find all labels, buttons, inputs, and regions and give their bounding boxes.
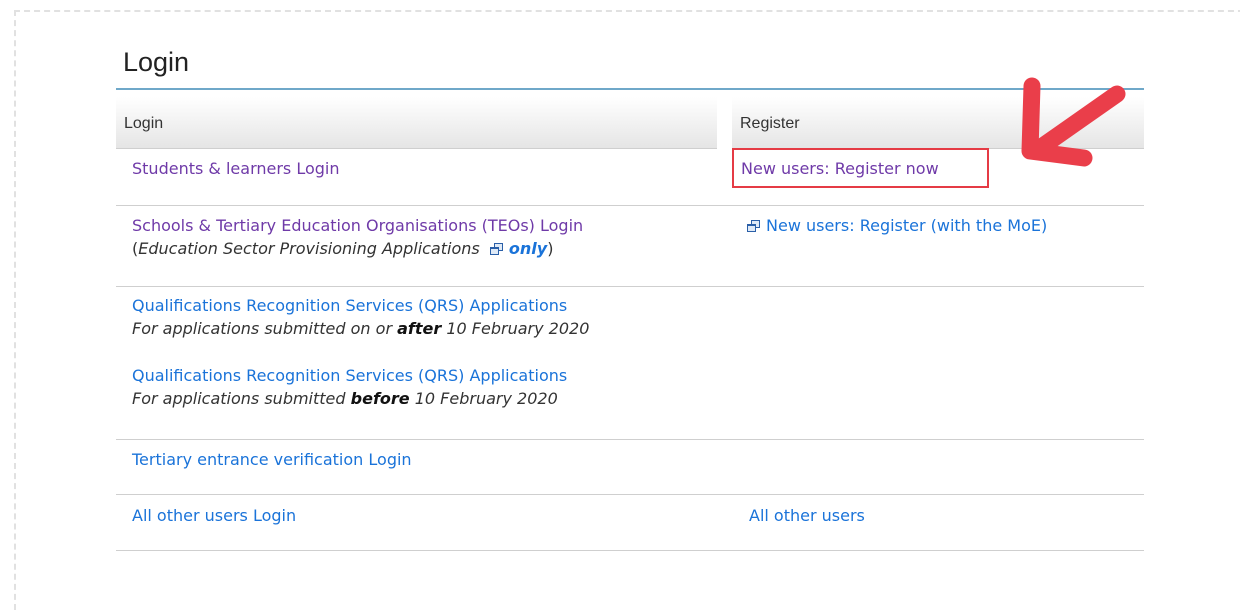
- other-users-register-link[interactable]: All other users: [749, 506, 865, 525]
- tertiary-verification-link[interactable]: Tertiary entrance verification Login: [132, 450, 412, 469]
- row-separator: [116, 439, 1144, 440]
- schools-login-link[interactable]: Schools & Tertiary Education Organisatio…: [132, 216, 583, 235]
- moe-register-link[interactable]: New users: Register (with the MoE): [766, 216, 1047, 235]
- new-window-icon: [747, 220, 760, 232]
- row-separator: [116, 494, 1144, 495]
- qrs-before-note-bold: before: [350, 389, 410, 408]
- column-header-register-label: Register: [740, 115, 800, 132]
- qrs-after-note-bold: after: [397, 319, 442, 338]
- schools-note-close: ): [547, 239, 554, 258]
- other-users-login-link[interactable]: All other users Login: [132, 506, 296, 525]
- schools-note-text: Education Sector Provisioning Applicatio…: [138, 239, 480, 258]
- qrs-before-note: For applications submitted before 10 Feb…: [132, 389, 558, 408]
- column-header-login-label: Login: [124, 115, 164, 132]
- qrs-before-link[interactable]: Qualifications Recognition Services (QRS…: [132, 366, 567, 385]
- qrs-after-note: For applications submitted on or after 1…: [132, 319, 589, 338]
- page-title: Login: [123, 47, 190, 77]
- qrs-after-note-post: 10 February 2020: [441, 319, 590, 338]
- new-window-icon: [489, 243, 503, 255]
- row-separator: [116, 286, 1144, 287]
- highlight-box: [732, 148, 989, 188]
- qrs-after-note-pre: For applications submitted on or: [132, 319, 398, 338]
- row-separator: [116, 550, 1144, 551]
- row-separator: [116, 205, 1144, 206]
- title-divider: [116, 88, 1144, 90]
- students-login-link[interactable]: Students & learners Login: [132, 159, 340, 178]
- only-link[interactable]: only: [509, 239, 547, 258]
- qrs-before-note-pre: For applications submitted: [132, 389, 351, 408]
- schools-note: (Education Sector Provisioning Applicati…: [132, 239, 553, 258]
- qrs-before-note-post: 10 February 2020: [409, 389, 558, 408]
- column-header-login: Login: [116, 97, 717, 149]
- red-arrow-icon: [1021, 77, 1126, 167]
- qrs-after-link[interactable]: Qualifications Recognition Services (QRS…: [132, 296, 567, 315]
